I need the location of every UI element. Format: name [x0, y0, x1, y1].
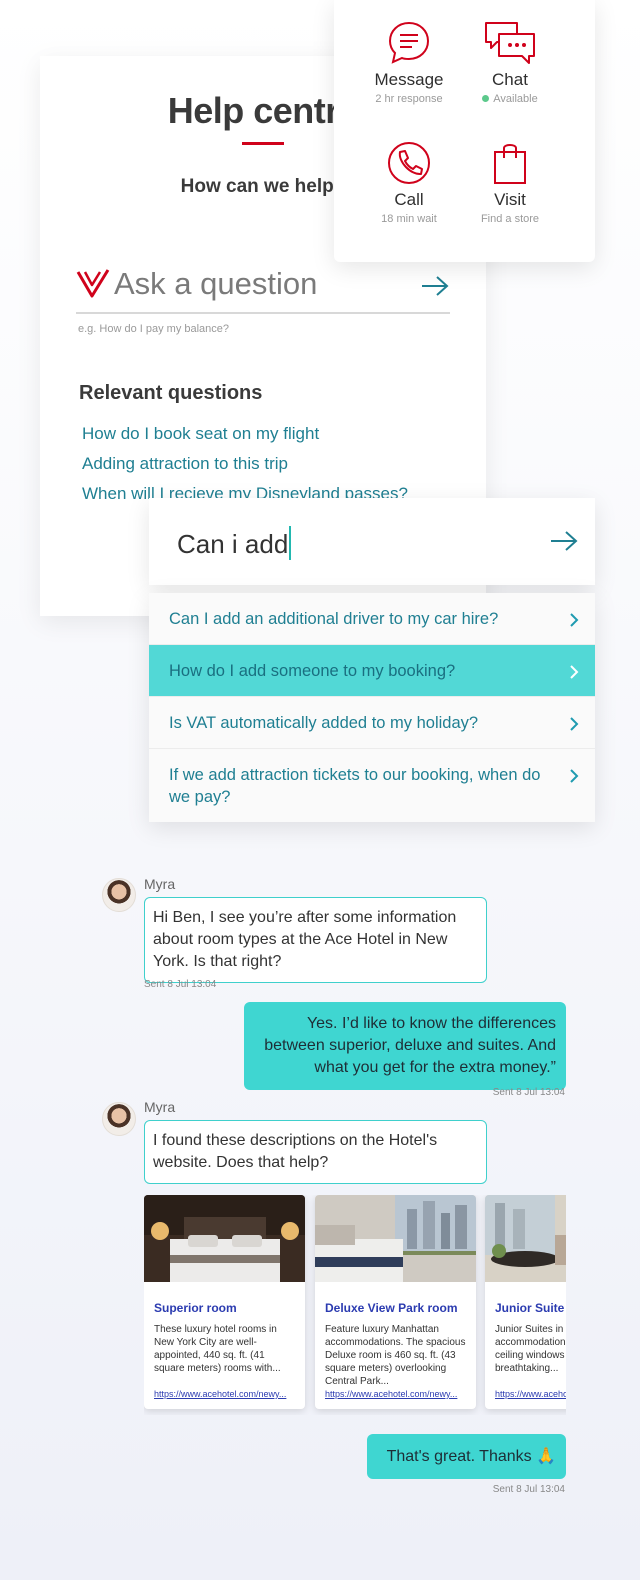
- search-input[interactable]: Can i add: [149, 498, 595, 585]
- room-description: Junior Suites in Manhattan are accommoda…: [495, 1324, 566, 1374]
- phone-icon: [388, 142, 430, 184]
- suggestion-list: Can I add an additional driver to my car…: [149, 593, 595, 822]
- room-photo: [485, 1195, 566, 1282]
- suggestion-text: If we add attraction tickets to our book…: [169, 766, 541, 806]
- suggestion-text: How do I add someone to my booking?: [169, 662, 456, 680]
- title-underline: [242, 142, 284, 145]
- contact-options-card: Message 2 hr response Chat Available Cal…: [334, 0, 595, 262]
- suggestion-item[interactable]: If we add attraction tickets to our book…: [149, 749, 595, 822]
- sender-name: Myra: [144, 876, 176, 892]
- room-description: These luxury hotel rooms in New York Cit…: [154, 1324, 281, 1374]
- room-link[interactable]: https://www.acehotel.com/newy...: [154, 1389, 299, 1399]
- chat-status-text: Available: [493, 93, 538, 105]
- text-caret: [289, 526, 292, 560]
- room-photo: [144, 1195, 305, 1282]
- room-cards-carousel[interactable]: Superior room These luxury hotel rooms i…: [144, 1195, 566, 1415]
- relevant-questions-title: Relevant questions: [79, 382, 263, 404]
- room-card[interactable]: Superior room These luxury hotel rooms i…: [144, 1195, 305, 1409]
- chevron-right-icon: [570, 769, 579, 783]
- suggestion-text: Is VAT automatically added to my holiday…: [169, 714, 479, 732]
- agent-message-bubble: I found these descriptions on the Hotel'…: [144, 1120, 487, 1184]
- chat-sub: Available: [450, 93, 570, 105]
- user-message-bubble: Yes. I’d like to know the differences be…: [244, 1002, 566, 1090]
- sender-name: Myra: [144, 1099, 176, 1115]
- relevant-question-link[interactable]: How do I book seat on my flight: [82, 424, 408, 454]
- visit-label: Visit: [494, 190, 526, 209]
- search-query: Can i add: [177, 526, 292, 560]
- chat-icon: [485, 22, 535, 64]
- shopping-bag-icon: [494, 144, 526, 184]
- chevron-right-icon: [570, 717, 579, 731]
- room-link[interactable]: https://www.acehotel.com/newy...: [325, 1389, 470, 1399]
- room-title: Junior Suite: [495, 1301, 565, 1315]
- room-title: Deluxe View Park room: [325, 1301, 458, 1315]
- room-card[interactable]: Junior Suite Junior Suites in Manhattan …: [485, 1195, 566, 1409]
- avatar: [102, 1102, 136, 1136]
- user-message-bubble: That's great. Thanks 🙏: [366, 1434, 566, 1479]
- search-submit-arrow-icon[interactable]: [549, 529, 579, 553]
- chat-label: Chat: [492, 70, 528, 89]
- visit-option[interactable]: Visit Find a store: [450, 140, 570, 225]
- ask-hint: e.g. How do I pay my balance?: [78, 323, 230, 335]
- avatar: [102, 878, 136, 912]
- ask-question-row: [76, 262, 450, 314]
- suggestion-item-highlighted[interactable]: How do I add someone to my booking?: [149, 645, 595, 697]
- message-timestamp: Sent 8 Jul 13:04: [492, 1484, 565, 1495]
- message-timestamp: Sent 8 Jul 13:04: [144, 979, 217, 990]
- room-description: Feature luxury Manhattan accommodations.…: [325, 1324, 466, 1387]
- room-title: Superior room: [154, 1301, 237, 1315]
- search-query-text: Can i add: [177, 529, 289, 559]
- visit-sub: Find a store: [480, 213, 540, 225]
- relevant-question-link[interactable]: Adding attraction to this trip: [82, 454, 408, 484]
- ask-question-input[interactable]: [114, 262, 414, 306]
- room-link[interactable]: https://www.acehotel.com/newy...: [495, 1389, 566, 1399]
- suggestion-item[interactable]: Is VAT automatically added to my holiday…: [149, 697, 595, 749]
- suggestion-item[interactable]: Can I add an additional driver to my car…: [149, 593, 595, 645]
- chevron-right-icon: [570, 665, 579, 679]
- room-card[interactable]: Deluxe View Park room Feature luxury Man…: [315, 1195, 476, 1409]
- submit-arrow-icon[interactable]: [420, 274, 450, 298]
- chat-option[interactable]: Chat Available: [450, 20, 570, 105]
- agent-message-bubble: Hi Ben, I see you’re after some informat…: [144, 897, 487, 983]
- status-dot-icon: [482, 95, 490, 102]
- message-icon: [388, 21, 430, 64]
- room-photo: [315, 1195, 476, 1282]
- suggestion-text: Can I add an additional driver to my car…: [169, 610, 499, 628]
- message-timestamp: Sent 8 Jul 13:04: [492, 1087, 565, 1098]
- brand-logo-icon: [76, 269, 110, 298]
- chevron-right-icon: [570, 613, 579, 627]
